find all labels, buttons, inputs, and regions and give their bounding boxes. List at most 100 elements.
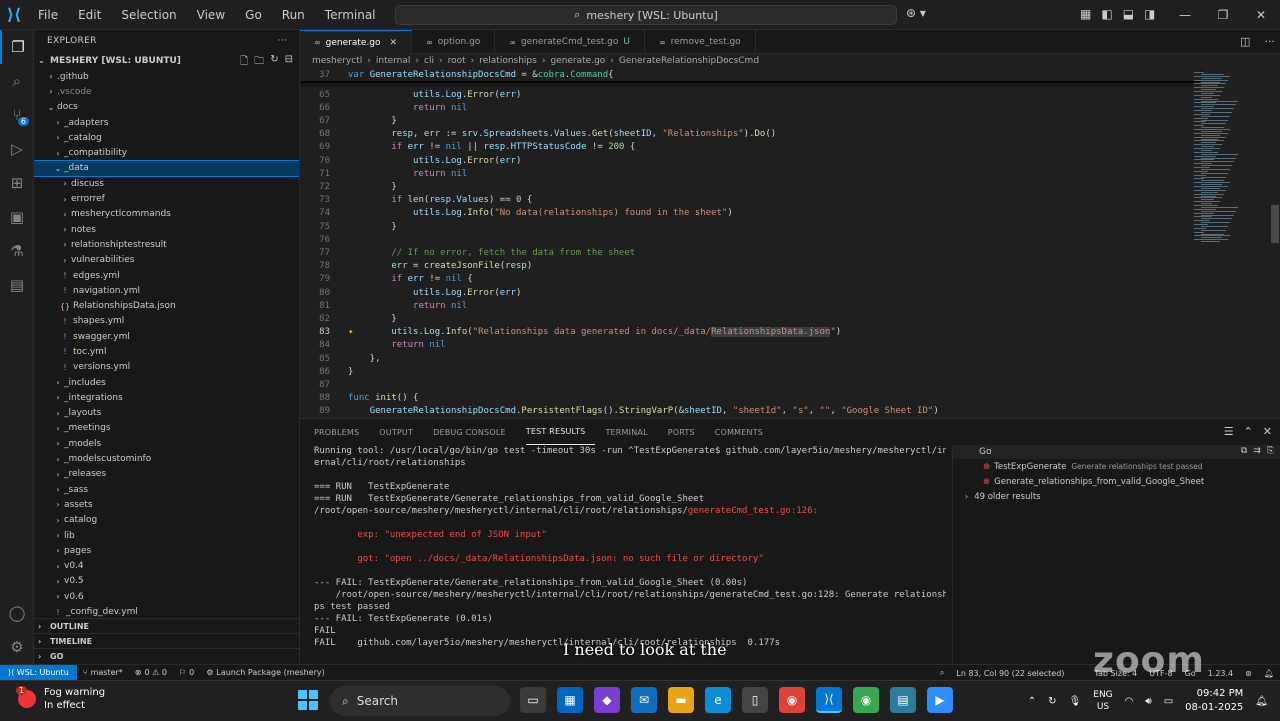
tree-folder[interactable]: › notes (34, 222, 299, 237)
explorer-icon[interactable]: ❐ (0, 30, 34, 64)
section-outline[interactable]: › OUTLINE (34, 618, 299, 633)
refresh-icon[interactable]: ↻ (270, 54, 278, 71)
code-line[interactable]: 88 func init() { (300, 392, 1200, 405)
breadcrumb-item[interactable]: root (448, 56, 466, 66)
customize-layout-icon[interactable]: ▦ (1080, 7, 1091, 21)
tree-file[interactable]: ! navigation.yml (34, 283, 299, 298)
toggle-panel-icon[interactable]: ⬓ (1123, 7, 1134, 21)
notifications-icon[interactable]: 🔔︎ (1258, 669, 1280, 678)
testing-icon[interactable]: ⚗ (0, 234, 34, 268)
test-results-group[interactable]: Go ⧉ ⇉ ⎘ (953, 445, 1280, 459)
tree-folder[interactable]: › vulnerabilities (34, 253, 299, 268)
taskbar-search[interactable]: ⌕ Search (330, 686, 510, 716)
new-folder-icon[interactable]: 🗀 (254, 54, 264, 71)
go-version[interactable]: 1.23.4 (1202, 669, 1239, 678)
panel-tab-problems[interactable]: PROBLEMS (314, 419, 369, 445)
menu-item-view[interactable]: View (187, 0, 235, 30)
tree-folder[interactable]: › _releases (34, 467, 299, 482)
menu-item-run[interactable]: Run (272, 0, 315, 30)
tree-folder[interactable]: › _meetings (34, 421, 299, 436)
menu-item-selection[interactable]: Selection (111, 0, 186, 30)
code-line[interactable]: 69 if err != nil || resp.HTTPStatusCode … (300, 141, 1200, 154)
test-result-item[interactable]: ⊗ TestExpGenerate Generate relationships t… (953, 459, 1280, 474)
notepad-icon[interactable]: ▤ (890, 687, 916, 713)
tree-folder[interactable]: › v0.5 (34, 574, 299, 589)
panel-menu-icon[interactable]: ☰ (1224, 425, 1234, 438)
test-result-item[interactable]: ⊗ Generate_relationships_from_valid_Googl… (953, 474, 1280, 489)
battery-icon[interactable]: ▭ (1164, 696, 1173, 707)
close-panel-icon[interactable]: ✕ (1263, 425, 1272, 438)
tree-file[interactable]: ! versions.yml (34, 360, 299, 375)
workspace-root[interactable]: ⌄ MESHERY [WSL: UBUNTU] 🗋 🗀 ↻ ⊟ (34, 52, 299, 69)
close-tab-icon[interactable]: ✕ (390, 38, 398, 48)
cursor-position[interactable]: Ln 83, Col 90 (22 selected) (950, 669, 1070, 678)
code-line[interactable]: 89 GenerateRelationshipDocsCmd.Persisten… (300, 405, 1200, 418)
tree-folder[interactable]: › _integrations (34, 390, 299, 405)
tree-folder[interactable]: › _layouts (34, 406, 299, 421)
tree-folder[interactable]: › errorref (34, 191, 299, 206)
code-line[interactable]: 76 (300, 233, 1200, 246)
tree-folder[interactable]: › discuss (34, 176, 299, 191)
code-line[interactable]: 82 } (300, 312, 1200, 325)
breadcrumb-item[interactable]: relationships (479, 56, 537, 66)
menu-item-edit[interactable]: Edit (68, 0, 111, 30)
weather-widget[interactable]: 1 Fog warning In effect (16, 686, 105, 712)
chrome-icon[interactable]: ◉ (779, 687, 805, 713)
tree-folder[interactable]: › catalog (34, 513, 299, 528)
breadcrumb-item[interactable]: GenerateRelationshipDocsCmd (619, 56, 759, 66)
new-file-icon[interactable]: 🗋 (240, 54, 248, 71)
toggle-sidebar-icon[interactable]: ◧ (1101, 7, 1112, 21)
code-line[interactable]: 65 utils.Log.Error(err) (300, 88, 1200, 101)
tree-folder[interactable]: ⌄ _data (34, 159, 299, 178)
edge-icon[interactable]: e (705, 687, 731, 713)
breadcrumb-item[interactable]: mesheryctl (312, 56, 362, 66)
panel-tab-terminal[interactable]: TERMINAL (605, 419, 657, 445)
tree-folder[interactable]: › v0.4 (34, 559, 299, 574)
collapse-all-icon[interactable]: ⊟ (285, 54, 293, 71)
copilot-icon[interactable]: ⊛ ▾ (906, 6, 926, 20)
language-indicator[interactable]: ENG US (1093, 689, 1112, 713)
source-control-icon[interactable]: ⑂ 6 (0, 98, 34, 132)
vscode-taskbar-icon[interactable]: ⟩⟨ (816, 687, 842, 713)
microphone-icon[interactable]: 🎙︎ (1069, 696, 1082, 707)
tray-chevron-icon[interactable]: ⌃ (1028, 696, 1036, 707)
notification-bell-icon[interactable]: 🔔︎ (1255, 696, 1268, 707)
task-view-icon[interactable]: ▭ (520, 687, 546, 713)
code-line[interactable]: 73 if len(resp.Values) == 0 { (300, 194, 1200, 207)
panel-tab-output[interactable]: OUTPUT (379, 419, 423, 445)
run-debug-icon[interactable]: ▷ (0, 132, 34, 166)
panel-tab-comments[interactable]: COMMENTS (715, 419, 773, 445)
tree-folder[interactable]: › .vscode (34, 84, 299, 99)
command-center-search[interactable]: ⌕ meshery [WSL: Ubuntu] (395, 5, 897, 25)
code-line[interactable]: 87 (300, 378, 1200, 391)
filter-icon[interactable]: ⧉ (1241, 446, 1247, 456)
tree-folder[interactable]: › _modelscustominfo (34, 451, 299, 466)
tree-folder[interactable]: › lib (34, 528, 299, 543)
start-button[interactable] (298, 690, 318, 710)
remote-indicator[interactable]: ⟩⟨ WSL: Ubuntu (0, 664, 77, 681)
split-editor-icon[interactable]: ◫ (1240, 35, 1250, 48)
tree-folder[interactable]: › _adapters (34, 115, 299, 130)
tree-file[interactable]: ! edges.yml (34, 268, 299, 283)
rerun-icon[interactable]: ⇉ (1253, 446, 1261, 456)
branch-indicator[interactable]: ⑂ master* (77, 668, 129, 677)
tree-folder[interactable]: ⌄ docs (34, 100, 299, 115)
source-link[interactable]: generateCmd_test.go:126: (688, 506, 818, 516)
tree-folder[interactable]: › _catalog (34, 130, 299, 145)
more-actions-icon[interactable]: ··· (278, 36, 287, 46)
tree-file[interactable]: ! swagger.yml (34, 329, 299, 344)
menu-item-terminal[interactable]: Terminal (315, 0, 386, 30)
toggle-secondary-sidebar-icon[interactable]: ◨ (1144, 7, 1155, 21)
code-line[interactable]: 75 } (300, 220, 1200, 233)
clock[interactable]: 09:42 PM 08-01-2025 (1185, 687, 1243, 715)
code-line[interactable]: 70 utils.Log.Error(err) (300, 154, 1200, 167)
menu-item-go[interactable]: Go (235, 0, 272, 30)
problems-indicator[interactable]: ⊗ 0 ⚠ 0 (129, 668, 173, 677)
breadcrumb-item[interactable]: internal (376, 56, 411, 66)
test-output[interactable]: Running tool: /usr/local/go/bin/go test … (314, 445, 946, 665)
file-icon[interactable]: ▯ (742, 687, 768, 713)
zoom-app-icon[interactable]: ▶ (927, 687, 953, 713)
tree-file[interactable]: ! shapes.yml (34, 314, 299, 329)
search-view-icon[interactable]: ⌕ (0, 64, 34, 98)
section-go[interactable]: › GO (34, 648, 299, 663)
